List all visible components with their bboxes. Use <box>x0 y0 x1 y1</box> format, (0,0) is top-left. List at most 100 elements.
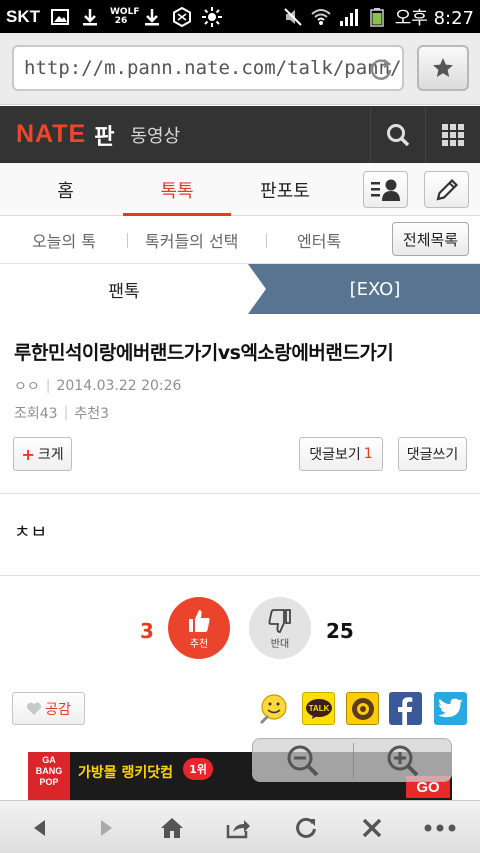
carrier-label: SKT <box>6 6 40 26</box>
board-parent-link[interactable]: 팬톡 <box>0 264 248 314</box>
board-breadcrumb: 팬톡 [EXO] <box>0 264 480 314</box>
ad-logo-line: GA <box>42 755 56 765</box>
home-icon <box>161 817 183 838</box>
twitter-share-button[interactable] <box>434 692 467 725</box>
comment-count: 1 <box>363 446 373 462</box>
clock: 오후 8:27 <box>394 7 474 29</box>
star-icon <box>433 58 453 77</box>
tab-toktok[interactable]: 톡톡 <box>123 163 231 216</box>
forward-arrow-icon <box>101 819 112 836</box>
article-meta: ㅇㅇ | 2014.03.22 20:26 <box>14 376 181 396</box>
empathy-button[interactable]: 공감 <box>12 692 85 725</box>
article-stats: 조회43 | 추천3 <box>14 403 109 423</box>
subtab-best[interactable]: 톡커들의 선택 <box>145 216 238 264</box>
zoom-out-button[interactable] <box>253 739 353 783</box>
grid-icon <box>442 123 464 146</box>
kakaotalk-text: TALK <box>308 704 329 713</box>
board-current-link[interactable]: [EXO] <box>270 264 480 314</box>
home-button[interactable] <box>142 801 202 853</box>
download-icon <box>145 8 159 25</box>
search-icon <box>387 123 410 146</box>
close-button[interactable] <box>342 801 402 853</box>
download-icon <box>83 8 97 25</box>
article-title: 루한민석이랑에버랜드가기vs엑소랑에버랜드가기 <box>14 342 394 364</box>
meta-separator: | <box>63 405 69 421</box>
refresh-icon <box>296 817 316 838</box>
post-date: 2014.03.22 20:26 <box>56 378 182 394</box>
upvote-count: 3 <box>140 619 154 643</box>
nate-logo[interactable]: NATE <box>16 120 86 149</box>
wifi-icon <box>311 8 331 25</box>
enlarge-text-button[interactable]: + 크게 <box>13 437 72 471</box>
kakaostory-icon <box>351 697 374 720</box>
bookmark-button[interactable] <box>417 45 469 91</box>
subtab-divider <box>127 233 128 248</box>
zoom-out-icon <box>287 745 319 777</box>
url-input[interactable]: http://m.pann.nate.com/talk/pann/321 <box>12 45 404 91</box>
signal-icon <box>339 8 358 26</box>
image-icon <box>51 8 69 25</box>
menu-grid-button[interactable] <box>425 106 480 163</box>
battery-icon <box>369 7 384 27</box>
video-section-link[interactable]: 동영상 <box>130 122 180 148</box>
ad-logo-line: BANG <box>35 766 63 776</box>
kakaostory-share-button[interactable] <box>346 692 379 725</box>
facebook-share-button[interactable] <box>389 692 422 725</box>
more-menu-button[interactable] <box>410 801 470 853</box>
emoticon-share-button[interactable] <box>257 692 290 725</box>
sun-icon <box>202 6 222 27</box>
back-button[interactable] <box>10 801 70 853</box>
facebook-icon <box>398 697 413 725</box>
view-comments-button[interactable]: 댓글보기 1 <box>299 437 383 471</box>
divider <box>0 575 480 576</box>
tab-home[interactable]: 홈 <box>8 163 123 216</box>
emoticon-icon <box>260 694 287 724</box>
pencil-icon <box>435 178 458 201</box>
kakaotalk-icon: TALK <box>305 698 332 719</box>
author-name: ㅇㅇ <box>14 379 40 395</box>
pan-logo[interactable]: 판 <box>94 119 114 151</box>
upvote-label: 추천 <box>189 638 209 650</box>
enlarge-label: 크게 <box>37 447 64 463</box>
twitter-icon <box>437 698 463 717</box>
share-button[interactable] <box>208 801 268 853</box>
write-post-button[interactable] <box>424 171 469 208</box>
write-comment-button[interactable]: 댓글쓰기 <box>398 437 467 471</box>
subtab-today[interactable]: 오늘의 톡 <box>32 216 96 264</box>
notification-badge: WOLF 26 <box>110 6 140 26</box>
ad-logo: GA BANG POP <box>28 752 70 800</box>
ad-text: 가방몰 랭키닷컴 <box>78 765 174 781</box>
search-button[interactable] <box>370 106 425 163</box>
thumbs-up-icon <box>189 609 210 632</box>
upvote-button[interactable]: 추천 <box>168 597 230 659</box>
subtab-entertain[interactable]: 엔터톡 <box>297 216 341 264</box>
url-text: http://m.pann.nate.com/talk/pann/321 <box>24 57 404 79</box>
downvote-label: 반대 <box>270 638 290 650</box>
browser-toolbar <box>0 800 480 853</box>
reload-icon[interactable] <box>368 56 394 82</box>
empathy-label: 공감 <box>45 701 71 718</box>
all-list-button[interactable]: 전체목록 <box>392 222 469 256</box>
share-icon <box>226 819 250 838</box>
site-header: NATE 판 동영상 <box>0 106 480 163</box>
zoom-in-button[interactable] <box>353 739 453 783</box>
kakaotalk-share-button[interactable]: TALK <box>302 692 335 725</box>
main-tabs: 홈 톡톡 판포토 <box>0 163 480 216</box>
refresh-button[interactable] <box>276 801 336 853</box>
views-label: 조회 <box>14 406 40 422</box>
subtab-divider <box>266 233 267 248</box>
recommend-count: 3 <box>100 406 109 422</box>
zoom-control <box>252 738 452 782</box>
my-page-button[interactable] <box>363 171 408 208</box>
tab-panphoto[interactable]: 판포토 <box>231 163 339 216</box>
back-arrow-icon <box>34 819 45 836</box>
zoom-in-icon <box>387 745 419 777</box>
recommend-label: 추천 <box>74 406 101 422</box>
forward-button[interactable] <box>76 801 136 853</box>
downvote-count: 25 <box>326 619 354 643</box>
mute-icon <box>284 7 302 26</box>
view-comments-label: 댓글보기 <box>309 447 361 463</box>
article-body: ㅊㅂ <box>14 522 48 543</box>
downvote-button[interactable]: 반대 <box>249 597 311 659</box>
heart-icon <box>27 702 42 715</box>
